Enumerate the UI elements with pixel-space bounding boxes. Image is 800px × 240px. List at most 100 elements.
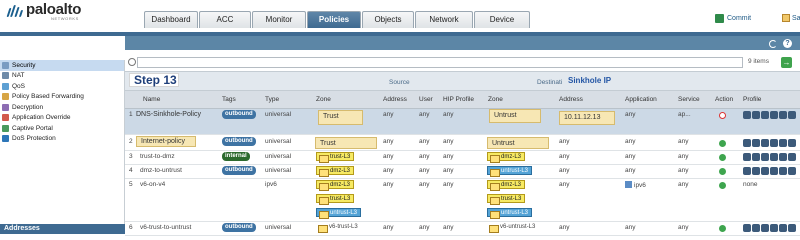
source-address-cell: any	[383, 111, 394, 118]
source-zone-highlight: Trust	[318, 110, 363, 125]
col-destination-zone[interactable]: Zone	[488, 96, 503, 103]
col-name[interactable]: Name	[143, 96, 160, 103]
sidebar-item-app-override[interactable]: Application Override	[0, 113, 124, 124]
table-row[interactable]: 2 Internet-policy outbound universal Tru…	[125, 136, 800, 151]
search-input[interactable]	[137, 57, 743, 68]
user-cell: any	[419, 167, 430, 174]
col-hip-profile[interactable]: HIP Profile	[443, 96, 474, 103]
step-annotation: Step 13	[129, 73, 179, 87]
source-zone-cell: dmz-L3	[316, 166, 355, 177]
table-row[interactable]: 6 v6-trust-to-untrust outbound universal…	[125, 222, 800, 236]
col-service[interactable]: Service	[678, 96, 700, 103]
col-source-zone[interactable]: Zone	[316, 96, 331, 103]
col-application[interactable]: Application	[625, 96, 657, 103]
application-cell: any	[625, 138, 636, 145]
service-cell: any	[678, 138, 689, 145]
destination-address-cell: any	[559, 181, 570, 188]
tab-network[interactable]: Network	[415, 11, 473, 28]
sidebar-item-label: Application Override	[12, 114, 71, 122]
source-address-cell: any	[383, 224, 394, 231]
tab-policies[interactable]: Policies	[307, 11, 361, 28]
source-address-cell: any	[383, 138, 394, 145]
type-cell: universal	[265, 224, 292, 231]
rule-name[interactable]: DNS-Sinkhole-Policy	[136, 111, 201, 118]
user-cell: any	[419, 138, 430, 145]
destination-zone-cell: trust-L3	[487, 194, 526, 205]
search-go-button[interactable]: →	[781, 57, 792, 68]
tab-objects[interactable]: Objects	[362, 11, 414, 28]
hip-cell: any	[443, 167, 454, 174]
destination-zone-highlight: Untrust	[487, 137, 549, 149]
sidebar-item-label: Captive Portal	[12, 124, 53, 132]
sidebar-item-decryption[interactable]: Decryption	[0, 102, 124, 113]
user-cell: any	[419, 153, 430, 160]
addresses-panel-header[interactable]: Addresses	[0, 224, 125, 234]
logo-mark-icon	[6, 3, 24, 17]
table-row[interactable]: 3 trust-to-dmz internal universal trust-…	[125, 151, 800, 165]
source-zone-cell: trust-L3	[316, 194, 355, 205]
sidebar-item-dos[interactable]: DoS Protection	[0, 134, 124, 145]
allow-icon	[719, 168, 726, 175]
type-cell: ipv6	[265, 181, 277, 188]
tab-monitor[interactable]: Monitor	[252, 11, 306, 28]
rule-number: 3	[129, 153, 133, 160]
table-row[interactable]: 4 dmz-to-untrust outbound universal dmz-…	[125, 165, 800, 179]
sidebar-item-pbf[interactable]: Policy Based Forwarding	[0, 92, 124, 103]
col-source-address[interactable]: Address	[383, 96, 407, 103]
sidebar-item-captive-portal[interactable]: Captive Portal	[0, 123, 124, 134]
tab-acc[interactable]: ACC	[199, 11, 251, 28]
rule-number: 5	[129, 181, 133, 188]
profile-icons	[743, 111, 796, 119]
service-cell: ap...	[678, 111, 691, 118]
col-profile[interactable]: Profile	[743, 96, 761, 103]
col-action[interactable]: Action	[715, 96, 733, 103]
content-toolbar	[125, 36, 800, 50]
destination-address-cell: any	[559, 138, 570, 145]
type-cell: universal	[265, 111, 292, 118]
col-user[interactable]: User	[419, 96, 433, 103]
save-button[interactable]: Sa	[782, 14, 800, 22]
qos-icon	[2, 82, 9, 90]
destination-address-cell: any	[559, 153, 570, 160]
destination-address-cell: any	[559, 167, 570, 174]
source-zone-cell: trust-L3	[316, 152, 355, 163]
tab-device[interactable]: Device	[474, 11, 530, 28]
table-row[interactable]: 1 DNS-Sinkhole-Policy outbound universal…	[125, 109, 800, 135]
hip-cell: any	[443, 181, 454, 188]
table-row[interactable]: 5 v6-on-v4 ipv6 dmz-L3 trust-L3 untrust-…	[125, 179, 800, 222]
rule-name[interactable]: dmz-to-untrust	[140, 167, 182, 174]
rule-name[interactable]: trust-to-dmz	[140, 153, 175, 160]
application-label: ipv6	[634, 182, 646, 189]
allow-icon	[719, 225, 726, 232]
source-address-cell: any	[383, 167, 394, 174]
tag-badge: outbound	[222, 166, 256, 175]
sidebar-item-label: Decryption	[12, 103, 44, 111]
rule-name[interactable]: v6-trust-to-untrust	[140, 224, 191, 231]
tag-cell: outbound	[222, 223, 256, 232]
rule-number: 6	[129, 224, 133, 231]
hip-cell: any	[443, 153, 454, 160]
application-cell: any	[625, 153, 636, 160]
col-destination-address[interactable]: Address	[559, 96, 583, 103]
commit-button[interactable]: Commit	[715, 14, 751, 23]
type-cell: universal	[265, 167, 292, 174]
source-address-cell: any	[383, 181, 394, 188]
refresh-icon[interactable]	[769, 40, 777, 48]
sidebar-item-security[interactable]: Security	[0, 60, 124, 71]
rule-number: 1	[129, 111, 133, 118]
tab-dashboard[interactable]: Dashboard	[144, 11, 198, 28]
help-icon[interactable]: ?	[783, 39, 792, 48]
rule-name-highlight[interactable]: Internet-policy	[136, 136, 196, 147]
commit-label: Commit	[727, 15, 752, 22]
col-type[interactable]: Type	[265, 96, 279, 103]
group-header: Source Destinati	[125, 71, 800, 91]
col-tags[interactable]: Tags	[222, 96, 236, 103]
destination-zone-highlight: Untrust	[489, 109, 541, 123]
user-cell: any	[419, 224, 430, 231]
sidebar-item-nat[interactable]: NAT	[0, 71, 124, 82]
sidebar-item-qos[interactable]: QoS	[0, 81, 124, 92]
items-count: 9 items	[748, 58, 769, 65]
group-destination: Destinati	[537, 79, 563, 86]
service-cell: any	[678, 181, 689, 188]
rule-name[interactable]: v6-on-v4	[140, 181, 165, 188]
